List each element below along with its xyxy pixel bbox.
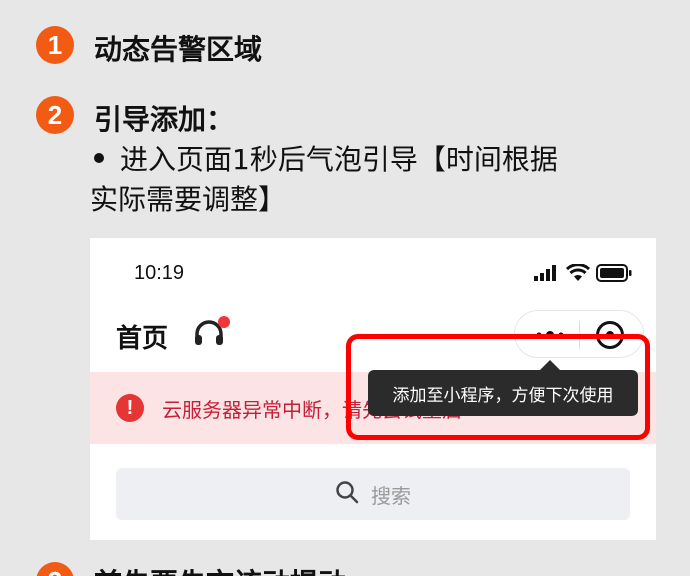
- headset-button[interactable]: [192, 316, 232, 350]
- nav-title: 首页: [116, 324, 169, 354]
- step-1-badge: 1: [36, 26, 74, 64]
- step-3-title: 首先要先市该动提动: [94, 562, 346, 576]
- search-placeholder: 搜索: [371, 483, 411, 508]
- warning-icon: !: [116, 394, 144, 422]
- signal-icon: [534, 265, 560, 285]
- notification-dot: [218, 316, 230, 328]
- step-2-title: 引导添加：: [94, 103, 235, 136]
- bullet-line-2: 实际需要调整】: [90, 183, 287, 216]
- bullet-description: 进入页面1秒后气泡引导【时间根据 实际需要调整】: [90, 140, 558, 220]
- step-3-badge: 3: [36, 562, 74, 576]
- status-icons: [534, 263, 632, 286]
- wifi-icon: [565, 263, 591, 286]
- battery-icon: [596, 264, 632, 286]
- highlight-box: [346, 334, 650, 440]
- bullet-line-1: 进入页面1秒后气泡引导【时间根据: [90, 140, 558, 180]
- bullet-dot: [94, 153, 104, 163]
- phone-mockup: 10:19 首页 ! 云服务器异常中断，请先尝试重启 添加至小程序，方便下次使用…: [90, 238, 656, 540]
- step-2-badge: 2: [36, 96, 74, 134]
- headset-icon: [192, 320, 226, 354]
- search-input[interactable]: 搜索: [116, 468, 630, 520]
- step-1-title: 动态告警区域: [94, 33, 263, 66]
- bullet-line-1-text: 进入页面1秒后气泡引导【时间根据: [120, 143, 558, 176]
- status-time: 10:19: [134, 262, 185, 284]
- search-icon: [335, 480, 359, 508]
